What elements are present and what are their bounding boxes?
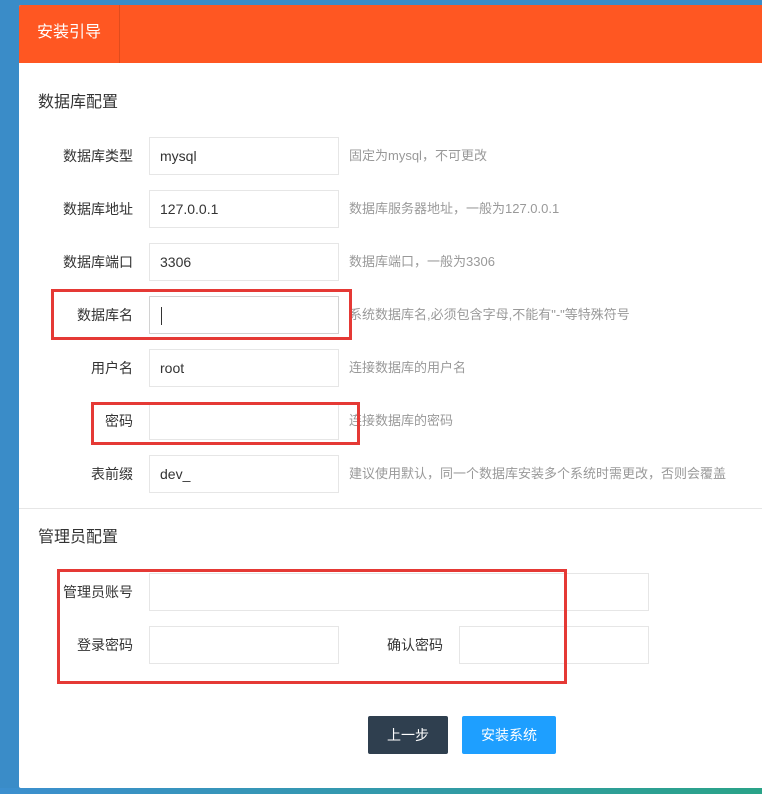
background-strip <box>0 788 762 794</box>
install-system-button[interactable]: 安装系统 <box>462 716 556 754</box>
admin-account-input[interactable] <box>149 573 649 611</box>
prev-step-button[interactable]: 上一步 <box>368 716 448 754</box>
confirm-password-label: 确认密码 <box>387 637 443 653</box>
db-user-hint: 连接数据库的用户名 <box>349 360 467 375</box>
db-user-input[interactable]: root <box>149 349 339 387</box>
db-type-input[interactable]: mysql <box>149 137 339 175</box>
login-password-input[interactable] <box>149 626 339 664</box>
login-password-label: 登录密码 <box>77 637 133 653</box>
section-divider <box>19 508 762 509</box>
text-caret <box>161 307 162 326</box>
db-password-input[interactable] <box>149 402 339 440</box>
db-section-title: 数据库配置 <box>38 94 119 111</box>
db-type-hint: 固定为mysql，不可更改 <box>349 148 487 163</box>
db-port-input[interactable]: 3306 <box>149 243 339 281</box>
db-name-hint: 系统数据库名,必须包含字母,不能有"-"等特殊符号 <box>349 307 630 322</box>
db-port-label: 数据库端口 <box>63 254 133 270</box>
tab-install-guide[interactable]: 安装引导 <box>19 5 120 63</box>
header-bar: 安装引导 <box>19 5 762 63</box>
db-name-input[interactable] <box>149 296 339 334</box>
db-password-hint: 连接数据库的密码 <box>349 413 454 428</box>
table-prefix-hint: 建议使用默认，同一个数据库安装多个系统时需更改，否则会覆盖 <box>349 466 727 481</box>
db-user-label: 用户名 <box>91 360 133 376</box>
confirm-password-input[interactable] <box>459 626 649 664</box>
db-host-label: 数据库地址 <box>63 201 133 217</box>
db-type-label: 数据库类型 <box>63 148 133 164</box>
admin-account-label: 管理员账号 <box>63 584 133 600</box>
admin-section-title: 管理员配置 <box>38 529 119 546</box>
db-port-hint: 数据库端口，一般为3306 <box>349 254 495 269</box>
db-password-label: 密码 <box>105 413 133 429</box>
db-host-input[interactable]: 127.0.0.1 <box>149 190 339 228</box>
db-host-hint: 数据库服务器地址，一般为127.0.0.1 <box>349 201 560 216</box>
table-prefix-label: 表前缀 <box>91 466 133 482</box>
table-prefix-input[interactable]: dev_ <box>149 455 339 493</box>
db-name-label: 数据库名 <box>77 307 133 323</box>
install-panel: 安装引导 数据库配置 数据库类型 mysql 固定为mysql，不可更改 数据库… <box>19 5 762 788</box>
